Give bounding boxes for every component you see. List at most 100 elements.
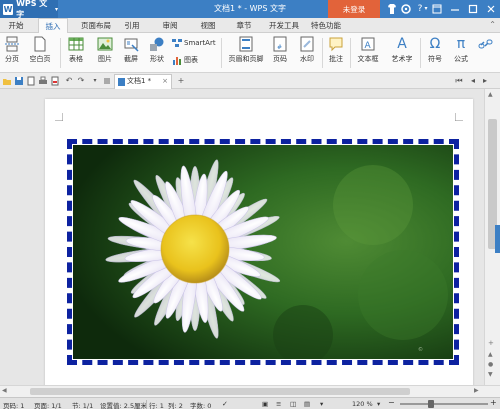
chart-button[interactable]: 图表 xyxy=(172,55,198,65)
print-preview-icon[interactable] xyxy=(26,76,36,86)
document-canvas: © xyxy=(0,89,484,385)
side-panel-tab[interactable] xyxy=(495,225,500,253)
status-page-count[interactable]: 页面: 1/1 xyxy=(34,400,62,409)
close-tab-icon[interactable]: × xyxy=(162,75,168,88)
textbox-button[interactable]: A 文本框 xyxy=(354,36,382,64)
document-page[interactable]: © xyxy=(45,99,473,385)
tab-developer[interactable]: 开发工具 xyxy=(266,18,302,33)
collapse-ribbon-icon[interactable]: ⌃ xyxy=(489,20,496,29)
header-footer-button[interactable]: 页眉和页脚 xyxy=(226,36,266,64)
table-button[interactable]: 表格 xyxy=(66,36,86,64)
page-break-button[interactable]: 分页 xyxy=(3,36,21,64)
page-number-button[interactable]: # 页码 xyxy=(270,36,290,64)
redo-icon[interactable]: ↷ xyxy=(76,76,86,86)
tab-scroll-right-icon[interactable]: ▸ xyxy=(480,76,490,86)
textbox-icon: A xyxy=(360,36,376,52)
zoom-dropdown-icon[interactable]: ▾ xyxy=(377,400,380,408)
horizontal-scrollbar[interactable]: ◀ ▶ xyxy=(0,385,500,397)
symbol-label: 符号 xyxy=(428,55,442,63)
wordart-label: 艺术字 xyxy=(391,55,413,63)
print-icon[interactable] xyxy=(38,76,48,86)
new-tab-icon[interactable]: + xyxy=(176,76,186,86)
formula-button[interactable]: π 公式 xyxy=(450,36,472,64)
watermark-label: 水印 xyxy=(300,55,314,63)
blank-page-button[interactable]: 空白页 xyxy=(26,36,54,64)
view-read-icon[interactable]: ▤ xyxy=(304,400,310,408)
tab-review[interactable]: 审阅 xyxy=(158,18,182,33)
horizontal-scroll-thumb[interactable] xyxy=(30,388,410,395)
app-menu-label: WPS 文字 xyxy=(16,0,48,19)
zoom-slider[interactable] xyxy=(400,403,488,405)
wordart-icon: A xyxy=(397,36,407,52)
status-column[interactable]: 列: 2 xyxy=(168,400,183,409)
daisy-photo[interactable]: © xyxy=(73,145,453,359)
view-outline-icon[interactable]: ≡ xyxy=(276,400,281,408)
login-button[interactable]: 未登录 xyxy=(328,0,380,18)
watermark-button[interactable]: 水印 xyxy=(296,36,318,64)
clothes-icon[interactable] xyxy=(400,3,412,15)
tab-view[interactable]: 视图 xyxy=(196,18,220,33)
previous-window-icon[interactable]: ⏮ xyxy=(454,76,464,86)
status-word-count[interactable]: 字数: 0 xyxy=(190,400,211,409)
symbol-button[interactable]: Ω 符号 xyxy=(424,36,446,64)
tab-insert[interactable]: 插入 xyxy=(38,18,68,34)
save-icon[interactable] xyxy=(14,76,24,86)
comment-label: 批注 xyxy=(329,55,343,63)
svg-text:#: # xyxy=(277,44,282,51)
zoom-out-icon[interactable]: − xyxy=(388,398,395,407)
status-section[interactable]: 节: 1/1 xyxy=(72,400,93,409)
undo-icon[interactable]: ↶ xyxy=(64,76,74,86)
smartart-button[interactable]: SmartArt xyxy=(172,38,216,48)
maximize-icon[interactable] xyxy=(464,0,482,18)
zoom-value[interactable]: 120 % xyxy=(352,400,373,408)
screenshot-icon xyxy=(123,36,139,52)
restore-panel-icon[interactable] xyxy=(428,0,446,18)
more-ribbon-button[interactable] xyxy=(476,36,496,54)
tab-home[interactable]: 开始 xyxy=(4,18,28,33)
shapes-button[interactable]: 形状 xyxy=(146,36,168,64)
zoom-slider-knob[interactable] xyxy=(428,400,434,408)
document-tab[interactable]: 文档1 * × xyxy=(114,74,172,89)
tab-section[interactable]: 章节 xyxy=(232,18,256,33)
tab-list-icon[interactable] xyxy=(102,76,112,86)
scroll-left-icon[interactable]: ◀ xyxy=(2,387,7,394)
status-position[interactable]: 设置值: 2.5厘米 xyxy=(100,400,147,409)
view-web-icon[interactable]: ◫ xyxy=(290,400,296,408)
picture-button[interactable]: 图片 xyxy=(94,36,116,64)
scroll-right-icon[interactable]: ▶ xyxy=(474,387,479,394)
skin-icon[interactable] xyxy=(386,3,398,15)
tab-special-features[interactable]: 特色功能 xyxy=(308,18,344,33)
tab-page-layout[interactable]: 页面布局 xyxy=(78,18,114,33)
spellcheck-icon[interactable]: ✓ xyxy=(222,400,228,408)
comment-button[interactable]: 批注 xyxy=(326,36,346,64)
view-normal-icon[interactable]: ▣ xyxy=(262,400,268,408)
tab-references[interactable]: 引用 xyxy=(120,18,144,33)
crop-mark-icon xyxy=(55,113,63,121)
customize-dropdown-icon[interactable]: ▾ xyxy=(90,76,100,86)
screenshot-button[interactable]: 截屏 xyxy=(120,36,142,64)
export-pdf-icon[interactable] xyxy=(50,76,60,86)
status-page-number[interactable]: 页码: 1 xyxy=(3,400,24,409)
smartart-label: SmartArt xyxy=(184,39,216,47)
picture-frame[interactable]: © xyxy=(67,139,459,365)
scroll-up-icon[interactable]: ▲ xyxy=(488,91,493,98)
zoom-in-small-icon[interactable]: + xyxy=(488,339,494,347)
next-page-icon[interactable]: ▼ xyxy=(488,371,493,378)
tab-scroll-left-icon[interactable]: ◂ xyxy=(468,76,478,86)
svg-text:©: © xyxy=(418,346,423,353)
document-tab-label: 文档1 * xyxy=(127,77,152,85)
ribbon-separator xyxy=(350,38,351,68)
open-folder-icon[interactable] xyxy=(2,76,12,86)
minimize-icon[interactable] xyxy=(446,0,464,18)
status-dropdown-icon[interactable]: ▾ xyxy=(320,400,323,408)
close-icon[interactable] xyxy=(482,0,500,18)
status-row[interactable]: 行: 1 xyxy=(149,400,164,409)
shapes-icon xyxy=(149,36,165,52)
app-menu-button[interactable]: W WPS 文字 ▾ xyxy=(0,0,58,19)
previous-page-icon[interactable]: ▲ xyxy=(488,351,493,358)
wps-logo-icon: W xyxy=(3,3,14,15)
select-browse-icon[interactable]: ● xyxy=(488,361,493,368)
wordart-button[interactable]: A 艺术字 xyxy=(388,36,416,64)
ribbon-tabs: 开始 插入 页面布局 引用 审阅 视图 章节 开发工具 特色功能 ⌃ xyxy=(0,18,500,34)
zoom-in-icon[interactable]: + xyxy=(490,398,497,407)
